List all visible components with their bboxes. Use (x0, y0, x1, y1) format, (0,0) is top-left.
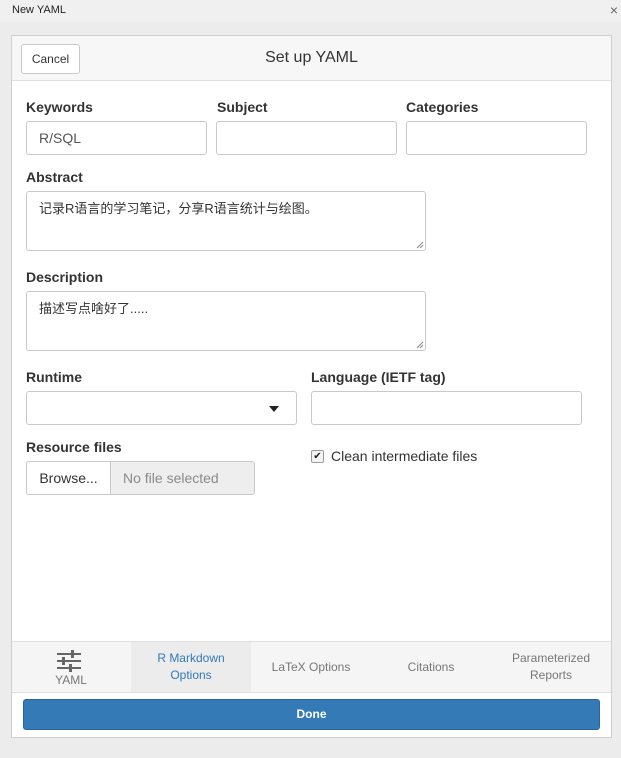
tab-parameterized-label-line1: Parameterized (511, 651, 591, 665)
abstract-label: Abstract (26, 169, 83, 185)
categories-input[interactable] (406, 121, 587, 155)
subject-input[interactable] (216, 121, 397, 155)
clean-intermediate-checkbox[interactable]: ✔ (311, 450, 324, 463)
dialog-header: Cancel Set up YAML (12, 36, 611, 81)
tab-yaml-label: YAML (55, 673, 87, 687)
sliders-icon (57, 650, 81, 672)
description-label: Description (26, 269, 104, 285)
tab-latex-options[interactable]: LaTeX Options (251, 642, 371, 692)
tab-r-markdown-label-line1: R Markdown (157, 651, 225, 665)
tab-parameterized-label-line2: Reports (529, 668, 573, 682)
keywords-input[interactable]: R/SQL (26, 121, 207, 155)
yaml-dialog: Cancel Set up YAML Keywords Subject Cate… (11, 35, 612, 738)
tab-r-markdown-options[interactable]: R Markdown Options (131, 642, 251, 692)
abstract-text: 记录R语言的学习笔记，分享R语言统计与绘图。 (39, 201, 318, 216)
resize-grip-icon[interactable] (416, 341, 424, 349)
done-button[interactable]: Done (23, 699, 600, 730)
clean-intermediate-label[interactable]: Clean intermediate files (331, 448, 477, 464)
language-label: Language (IETF tag) (311, 369, 446, 385)
language-input[interactable] (311, 391, 582, 425)
description-textarea[interactable]: 描述写点啥好了..... (26, 291, 426, 351)
categories-label: Categories (406, 99, 479, 115)
keywords-label: Keywords (26, 99, 93, 115)
tab-citations[interactable]: Citations (371, 642, 491, 692)
window-title: New YAML (12, 4, 67, 16)
tab-r-markdown-label-line2: Options (170, 668, 212, 682)
close-icon[interactable]: × (610, 1, 618, 19)
runtime-label: Runtime (26, 369, 82, 385)
file-name-display: No file selected (110, 461, 255, 495)
abstract-textarea[interactable]: 记录R语言的学习笔记，分享R语言统计与绘图。 (26, 191, 426, 251)
dialog-title: Set up YAML (265, 49, 358, 66)
caret-down-icon (269, 406, 279, 412)
tab-yaml[interactable]: YAML (12, 642, 130, 692)
runtime-select[interactable] (26, 391, 297, 425)
tab-bar: YAML R Markdown Options LaTeX Options Ci… (12, 641, 611, 693)
resize-grip-icon[interactable] (416, 241, 424, 249)
subject-label: Subject (217, 99, 268, 115)
tab-latex-options-label: LaTeX Options (271, 660, 351, 674)
resource-files-label: Resource files (26, 439, 122, 455)
window-titlebar: New YAML × (0, 0, 621, 22)
browse-button[interactable]: Browse... (26, 461, 111, 495)
tab-citations-label: Citations (407, 660, 455, 674)
description-text: 描述写点啥好了..... (39, 301, 149, 316)
tab-parameterized-reports[interactable]: Parameterized Reports (491, 642, 611, 692)
